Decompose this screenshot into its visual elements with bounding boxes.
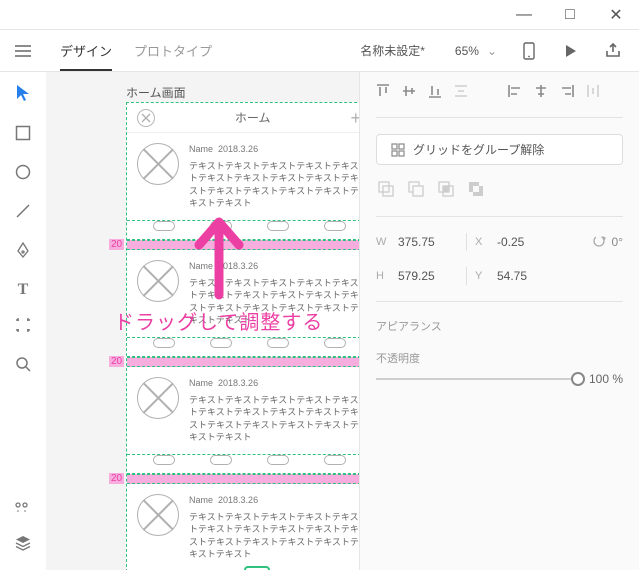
line-tool-icon[interactable]: [15, 203, 31, 224]
avatar-placeholder-icon: [137, 377, 179, 419]
grid-icon: [391, 143, 405, 157]
card-body: Name 2018.3.26 テキストテキストテキストテキストテキストテキストテ…: [189, 494, 359, 561]
window-close-button[interactable]: ✕: [593, 0, 639, 30]
list-item: Name 2018.3.26 テキストテキストテキストテキストテキストテキストテ…: [127, 133, 359, 221]
repeat-gap[interactable]: 20: [127, 357, 359, 367]
union-icon[interactable]: [378, 181, 394, 200]
assets-icon[interactable]: [15, 501, 31, 519]
window-maximize-button[interactable]: □: [547, 0, 593, 30]
slider-thumb[interactable]: [571, 372, 585, 386]
canvas[interactable]: ホーム画面 ホーム + Name 2018.3.26 テキストテキストテキストテ…: [46, 72, 359, 570]
play-preview-icon[interactable]: [563, 44, 577, 58]
rotate-icon[interactable]: [592, 234, 606, 251]
rectangle-tool-icon[interactable]: [15, 125, 31, 146]
mode-tabs: デザイン プロトタイプ: [60, 30, 212, 71]
text-tool-icon[interactable]: T: [18, 281, 29, 299]
document-name[interactable]: 名称未設定*: [360, 42, 439, 59]
transform-hy-row: H 579.25 Y 54.75: [376, 267, 623, 285]
subtract-icon[interactable]: [408, 181, 424, 200]
zoom-tool-icon[interactable]: [15, 356, 31, 377]
intersect-icon[interactable]: [438, 181, 454, 200]
artboard-title: ホーム: [155, 109, 350, 126]
align-left-icon[interactable]: [508, 84, 522, 101]
align-top-icon[interactable]: [376, 84, 390, 101]
opacity-value: 100 %: [589, 372, 623, 386]
height-value[interactable]: 579.25: [398, 269, 458, 283]
width-value[interactable]: 375.75: [398, 235, 458, 249]
card-body: Name 2018.3.26 テキストテキストテキストテキストテキストテキストテ…: [189, 143, 359, 210]
properties-panel: グリッドをグループ解除 W 375.75 X -0.25 0° H 579.25…: [359, 72, 639, 570]
x-label: X: [475, 236, 489, 248]
x-value[interactable]: -0.25: [497, 235, 557, 249]
window-titlebar: — □ ✕: [0, 0, 639, 30]
list-item: Name 2018.3.26 テキストテキストテキストテキストテキストテキストテ…: [127, 367, 359, 455]
close-circle-icon: [137, 109, 155, 127]
exclude-icon[interactable]: [468, 181, 484, 200]
header-actions: [513, 42, 639, 60]
y-label: Y: [475, 270, 489, 282]
ungroup-grid-label: グリッドをグループ解除: [413, 141, 544, 158]
y-value[interactable]: 54.75: [497, 269, 557, 283]
avatar-placeholder-icon: [137, 494, 179, 536]
align-row: [376, 84, 623, 101]
distribute-h-icon[interactable]: [586, 84, 600, 101]
ellipse-tool-icon[interactable]: [15, 164, 31, 185]
repeat-gap[interactable]: 20: [127, 240, 359, 250]
artboard-tool-icon[interactable]: [15, 317, 31, 338]
zoom-select[interactable]: 65% ⌄: [439, 44, 513, 58]
pen-tool-icon[interactable]: [15, 242, 31, 263]
main-area: T ホーム画面 ホーム +: [0, 72, 639, 570]
tab-design[interactable]: デザイン: [60, 30, 112, 71]
pill-row: [127, 338, 359, 357]
select-tool-icon[interactable]: [16, 84, 30, 107]
transform-wx-row: W 375.75 X -0.25 0°: [376, 233, 623, 251]
pill-row: [127, 455, 359, 474]
align-middle-icon[interactable]: [402, 84, 416, 101]
repeat-grid-handle[interactable]: [244, 566, 270, 570]
gap-value: 20: [109, 356, 124, 367]
opacity-label: 不透明度: [376, 350, 623, 366]
layers-icon[interactable]: [15, 535, 31, 556]
share-icon[interactable]: [605, 43, 621, 59]
gap-value: 20: [109, 239, 124, 250]
artboard-label[interactable]: ホーム画面: [126, 84, 186, 101]
width-label: W: [376, 236, 390, 248]
tool-column: T: [0, 72, 46, 570]
plus-icon: +: [350, 109, 359, 127]
window-minimize-button[interactable]: —: [501, 0, 547, 30]
pill-row: [127, 221, 359, 240]
avatar-placeholder-icon: [137, 143, 179, 185]
boolean-ops: [376, 181, 623, 200]
repeat-gap[interactable]: 20: [127, 474, 359, 484]
zoom-value: 65%: [455, 44, 479, 58]
app-header: デザイン プロトタイプ 名称未設定* 65% ⌄: [0, 30, 639, 72]
ungroup-grid-button[interactable]: グリッドをグループ解除: [376, 134, 623, 165]
gap-value: 20: [109, 473, 124, 484]
card-body: Name 2018.3.26 テキストテキストテキストテキストテキストテキストテ…: [189, 377, 359, 444]
artboard[interactable]: ホーム + Name 2018.3.26 テキストテキストテキストテキストテキス…: [126, 102, 359, 570]
list-item: Name 2018.3.26 テキストテキストテキストテキストテキストテキストテ…: [127, 484, 359, 570]
height-label: H: [376, 270, 390, 282]
appearance-label: アピアランス: [376, 318, 623, 334]
align-bottom-icon[interactable]: [428, 84, 442, 101]
rotation-value[interactable]: 0°: [612, 235, 623, 249]
list-item: Name 2018.3.26 テキストテキストテキストテキストテキストテキストテ…: [127, 250, 359, 338]
hamburger-menu-icon[interactable]: [0, 45, 46, 57]
chevron-down-icon: ⌄: [487, 44, 497, 58]
avatar-placeholder-icon: [137, 260, 179, 302]
distribute-v-icon[interactable]: [454, 84, 468, 101]
card-body: Name 2018.3.26 テキストテキストテキストテキストテキストテキストテ…: [189, 260, 359, 327]
tab-prototype[interactable]: プロトタイプ: [134, 30, 212, 71]
align-center-icon[interactable]: [534, 84, 548, 101]
artboard-header: ホーム +: [127, 103, 359, 133]
align-right-icon[interactable]: [560, 84, 574, 101]
opacity-slider[interactable]: 100 %: [376, 372, 623, 386]
device-preview-icon[interactable]: [523, 42, 535, 60]
